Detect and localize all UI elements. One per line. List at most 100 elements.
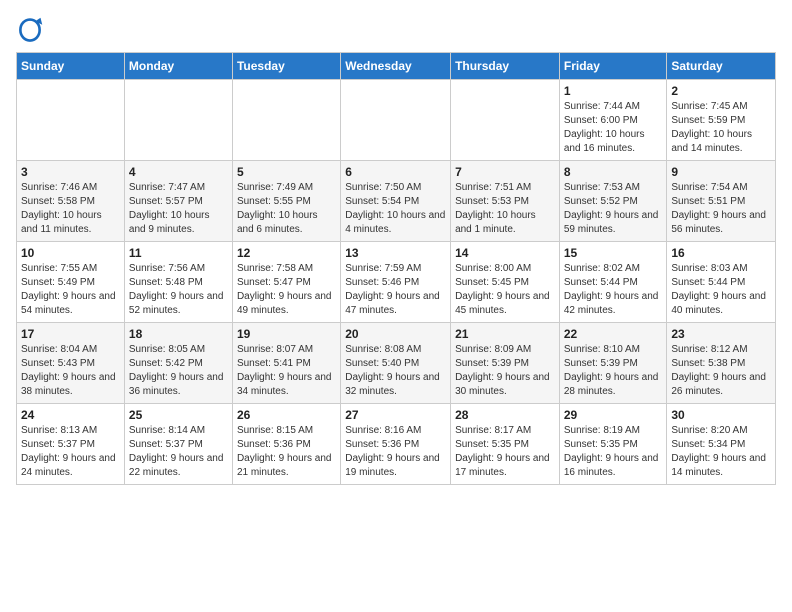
day-number: 25 [129, 408, 228, 422]
day-info: Sunrise: 8:13 AMSunset: 5:37 PMDaylight:… [21, 424, 120, 480]
page-header [16, 16, 776, 44]
header-saturday: Saturday [667, 53, 776, 80]
calendar-table: SundayMondayTuesdayWednesdayThursdayFrid… [16, 52, 776, 485]
day-info: Sunrise: 8:09 AMSunset: 5:39 PMDaylight:… [455, 343, 555, 399]
calendar-cell: 9 Sunrise: 7:54 AMSunset: 5:51 PMDaylight… [667, 161, 776, 242]
week-row-2: 3Sunrise: 7:46 AMSunset: 5:58 PMDaylight… [17, 161, 776, 242]
header-thursday: Thursday [451, 53, 560, 80]
calendar-cell: 16 Sunrise: 8:03 AMSunset: 5:44 PMDayligh… [667, 242, 776, 323]
day-info: Sunrise: 8:19 AMSunset: 5:35 PMDaylight:… [564, 424, 663, 480]
calendar-cell: 21 Sunrise: 8:09 AMSunset: 5:39 PMDayligh… [451, 323, 560, 404]
day-number: 26 [237, 408, 336, 422]
calendar-cell: 15 Sunrise: 8:02 AMSunset: 5:44 PMDayligh… [559, 242, 667, 323]
day-number: 29 [564, 408, 663, 422]
day-info: Sunrise: 8:00 AMSunset: 5:45 PMDaylight:… [455, 262, 555, 318]
day-number: 22 [564, 327, 663, 341]
day-number: 23 [671, 327, 771, 341]
header-friday: Friday [559, 53, 667, 80]
header-tuesday: Tuesday [232, 53, 340, 80]
calendar-cell [124, 80, 232, 161]
calendar-cell [232, 80, 340, 161]
day-number: 21 [455, 327, 555, 341]
calendar-cell [17, 80, 125, 161]
calendar-cell: 11 Sunrise: 7:56 AMSunset: 5:48 PMDayligh… [124, 242, 232, 323]
day-number: 24 [21, 408, 120, 422]
calendar-cell: 19 Sunrise: 8:07 AMSunset: 5:41 PMDayligh… [232, 323, 340, 404]
day-info: Sunrise: 7:51 AMSunset: 5:53 PMDaylight:… [455, 181, 555, 237]
day-info: Sunrise: 7:45 AMSunset: 5:59 PMDaylight:… [671, 100, 771, 156]
day-number: 28 [455, 408, 555, 422]
day-number: 27 [345, 408, 446, 422]
day-info: Sunrise: 7:50 AMSunset: 5:54 PMDaylight:… [345, 181, 446, 237]
day-number: 5 [237, 165, 336, 179]
day-info: Sunrise: 8:16 AMSunset: 5:36 PMDaylight:… [345, 424, 446, 480]
day-number: 14 [455, 246, 555, 260]
day-number: 1 [564, 84, 663, 98]
header-monday: Monday [124, 53, 232, 80]
day-info: Sunrise: 8:03 AMSunset: 5:44 PMDaylight:… [671, 262, 771, 318]
week-row-5: 24 Sunrise: 8:13 AMSunset: 5:37 PMDayligh… [17, 404, 776, 485]
day-number: 7 [455, 165, 555, 179]
day-info: Sunrise: 7:47 AMSunset: 5:57 PMDaylight:… [129, 181, 228, 237]
calendar-cell: 28Sunrise: 8:17 AMSunset: 5:35 PMDayligh… [451, 404, 560, 485]
day-info: Sunrise: 7:49 AMSunset: 5:55 PMDaylight:… [237, 181, 336, 237]
calendar-cell: 30Sunrise: 8:20 AMSunset: 5:34 PMDayligh… [667, 404, 776, 485]
day-number: 18 [129, 327, 228, 341]
day-info: Sunrise: 7:44 AMSunset: 6:00 PMDaylight:… [564, 100, 663, 156]
logo [16, 16, 48, 44]
calendar-cell: 4 Sunrise: 7:47 AMSunset: 5:57 PMDaylight… [124, 161, 232, 242]
day-info: Sunrise: 7:58 AMSunset: 5:47 PMDaylight:… [237, 262, 336, 318]
day-number: 16 [671, 246, 771, 260]
calendar-cell: 23 Sunrise: 8:12 AMSunset: 5:38 PMDayligh… [667, 323, 776, 404]
day-info: Sunrise: 8:14 AMSunset: 5:37 PMDaylight:… [129, 424, 228, 480]
header-wednesday: Wednesday [341, 53, 451, 80]
day-number: 15 [564, 246, 663, 260]
day-number: 20 [345, 327, 446, 341]
calendar-cell: 20 Sunrise: 8:08 AMSunset: 5:40 PMDayligh… [341, 323, 451, 404]
calendar-cell: 12 Sunrise: 7:58 AMSunset: 5:47 PMDayligh… [232, 242, 340, 323]
calendar-cell: 3Sunrise: 7:46 AMSunset: 5:58 PMDaylight… [17, 161, 125, 242]
day-info: Sunrise: 7:54 AMSunset: 5:51 PMDaylight:… [671, 181, 771, 237]
day-info: Sunrise: 8:10 AMSunset: 5:39 PMDaylight:… [564, 343, 663, 399]
day-info: Sunrise: 7:56 AMSunset: 5:48 PMDaylight:… [129, 262, 228, 318]
header-sunday: Sunday [17, 53, 125, 80]
calendar-cell: 7 Sunrise: 7:51 AMSunset: 5:53 PMDaylight… [451, 161, 560, 242]
day-number: 10 [21, 246, 120, 260]
day-number: 12 [237, 246, 336, 260]
calendar-cell: 6Sunrise: 7:50 AMSunset: 5:54 PMDaylight… [341, 161, 451, 242]
calendar-cell: 24 Sunrise: 8:13 AMSunset: 5:37 PMDayligh… [17, 404, 125, 485]
day-number: 9 [671, 165, 771, 179]
day-number: 8 [564, 165, 663, 179]
logo-icon [16, 16, 44, 44]
day-info: Sunrise: 8:07 AMSunset: 5:41 PMDaylight:… [237, 343, 336, 399]
day-info: Sunrise: 7:59 AMSunset: 5:46 PMDaylight:… [345, 262, 446, 318]
day-number: 2 [671, 84, 771, 98]
calendar-cell: 17Sunrise: 8:04 AMSunset: 5:43 PMDayligh… [17, 323, 125, 404]
day-number: 11 [129, 246, 228, 260]
day-info: Sunrise: 8:04 AMSunset: 5:43 PMDaylight:… [21, 343, 120, 399]
calendar-cell: 27 Sunrise: 8:16 AMSunset: 5:36 PMDayligh… [341, 404, 451, 485]
calendar-cell: 8 Sunrise: 7:53 AMSunset: 5:52 PMDaylight… [559, 161, 667, 242]
week-row-4: 17Sunrise: 8:04 AMSunset: 5:43 PMDayligh… [17, 323, 776, 404]
calendar-cell: 2 Sunrise: 7:45 AMSunset: 5:59 PMDaylight… [667, 80, 776, 161]
day-number: 4 [129, 165, 228, 179]
calendar-cell [451, 80, 560, 161]
week-row-1: 1 Sunrise: 7:44 AMSunset: 6:00 PMDaylight… [17, 80, 776, 161]
day-info: Sunrise: 8:12 AMSunset: 5:38 PMDaylight:… [671, 343, 771, 399]
calendar-cell: 29 Sunrise: 8:19 AMSunset: 5:35 PMDayligh… [559, 404, 667, 485]
day-info: Sunrise: 7:53 AMSunset: 5:52 PMDaylight:… [564, 181, 663, 237]
calendar-header-row: SundayMondayTuesdayWednesdayThursdayFrid… [17, 53, 776, 80]
calendar-cell [341, 80, 451, 161]
calendar-cell: 22 Sunrise: 8:10 AMSunset: 5:39 PMDayligh… [559, 323, 667, 404]
calendar-cell: 14 Sunrise: 8:00 AMSunset: 5:45 PMDayligh… [451, 242, 560, 323]
calendar-cell: 13 Sunrise: 7:59 AMSunset: 5:46 PMDayligh… [341, 242, 451, 323]
day-number: 13 [345, 246, 446, 260]
day-info: Sunrise: 7:55 AMSunset: 5:49 PMDaylight:… [21, 262, 120, 318]
day-info: Sunrise: 8:02 AMSunset: 5:44 PMDaylight:… [564, 262, 663, 318]
day-info: Sunrise: 8:08 AMSunset: 5:40 PMDaylight:… [345, 343, 446, 399]
day-number: 3 [21, 165, 120, 179]
calendar-cell: 10 Sunrise: 7:55 AMSunset: 5:49 PMDayligh… [17, 242, 125, 323]
day-number: 19 [237, 327, 336, 341]
day-number: 30 [671, 408, 771, 422]
day-info: Sunrise: 8:15 AMSunset: 5:36 PMDaylight:… [237, 424, 336, 480]
